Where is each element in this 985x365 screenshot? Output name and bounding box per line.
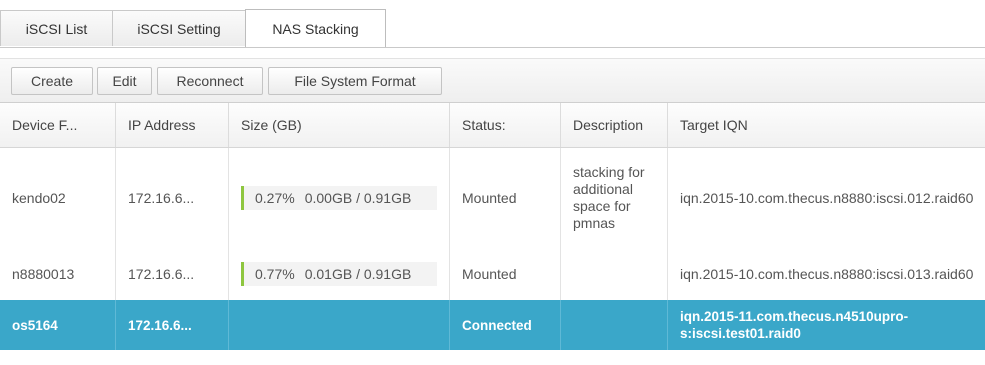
description-cell — [561, 300, 668, 350]
column-header-target-iqn[interactable]: Target IQN — [668, 103, 985, 147]
column-header-description[interactable]: Description — [561, 103, 668, 147]
size-cell — [229, 300, 450, 350]
file-system-format-button-label: File System Format — [294, 73, 416, 89]
table-row[interactable]: n8880013 172.16.6... 0.77% 0.01GB / 0.91… — [0, 248, 985, 300]
create-button[interactable]: Create — [11, 67, 93, 95]
size-cell: 0.77% 0.01GB / 0.91GB — [229, 248, 450, 300]
tab-iscsi-setting[interactable]: iSCSI Setting — [112, 10, 246, 46]
table-row-selected[interactable]: os5164 172.16.6... Connected iqn.2015-11… — [0, 300, 985, 350]
target-iqn-cell: iqn.2015-10.com.thecus.n8880:iscsi.013.r… — [680, 265, 974, 282]
table-header: Device F... IP Address Size (GB) Status:… — [0, 102, 985, 148]
device-cell: kendo02 — [0, 148, 116, 248]
create-button-label: Create — [30, 73, 74, 89]
file-system-format-button[interactable]: File System Format — [268, 67, 442, 95]
edit-button[interactable]: Edit — [97, 67, 152, 95]
description-cell: stacking for additional space for pmnas — [561, 148, 668, 248]
tab-label: iSCSI Setting — [137, 20, 221, 37]
status-cell: Connected — [450, 300, 561, 350]
column-header-size[interactable]: Size (GB) — [229, 103, 450, 147]
toolbar: Create Edit Reconnect File System Format — [0, 58, 985, 103]
ip-address-cell: 172.16.6... — [116, 148, 229, 248]
target-iqn-cell: iqn.2015-11.com.thecus.n4510upro-s:iscsi… — [680, 309, 909, 341]
usage-percent: 0.77% — [255, 266, 295, 282]
usage-bar-fill — [241, 186, 244, 210]
column-header-ip-address[interactable]: IP Address — [116, 103, 229, 147]
usage-percent: 0.27% — [255, 190, 295, 206]
ip-address-cell: 172.16.6... — [116, 300, 229, 350]
edit-button-label: Edit — [112, 73, 137, 89]
status-cell: Mounted — [450, 248, 561, 300]
usage-amount: 0.01GB / 0.91GB — [304, 266, 412, 282]
table-row[interactable]: kendo02 172.16.6... 0.27% 0.00GB / 0.91G… — [0, 148, 985, 248]
device-cell: os5164 — [0, 300, 116, 350]
target-iqn-cell: iqn.2015-10.com.thecus.n8880:iscsi.012.r… — [680, 189, 974, 206]
tab-label: NAS Stacking — [272, 20, 359, 37]
tab-iscsi-list[interactable]: iSCSI List — [0, 10, 113, 46]
tab-nas-stacking[interactable]: NAS Stacking — [245, 9, 386, 47]
reconnect-button[interactable]: Reconnect — [157, 67, 263, 95]
device-cell: n8880013 — [0, 248, 116, 300]
usage-amount: 0.00GB / 0.91GB — [304, 190, 412, 206]
tab-label: iSCSI List — [25, 20, 88, 37]
description-cell — [561, 248, 668, 300]
usage-bar-fill — [241, 262, 244, 286]
column-header-status[interactable]: Status: — [450, 103, 561, 147]
column-header-device[interactable]: Device F... — [0, 103, 116, 147]
reconnect-button-label: Reconnect — [176, 73, 244, 89]
ip-address-cell: 172.16.6... — [116, 248, 229, 300]
tab-bar: iSCSI List iSCSI Setting NAS Stacking — [0, 0, 985, 48]
size-cell: 0.27% 0.00GB / 0.91GB — [229, 148, 450, 248]
status-cell: Mounted — [450, 148, 561, 248]
usage-bar: 0.27% 0.00GB / 0.91GB — [241, 186, 437, 210]
usage-bar: 0.77% 0.01GB / 0.91GB — [241, 262, 437, 286]
